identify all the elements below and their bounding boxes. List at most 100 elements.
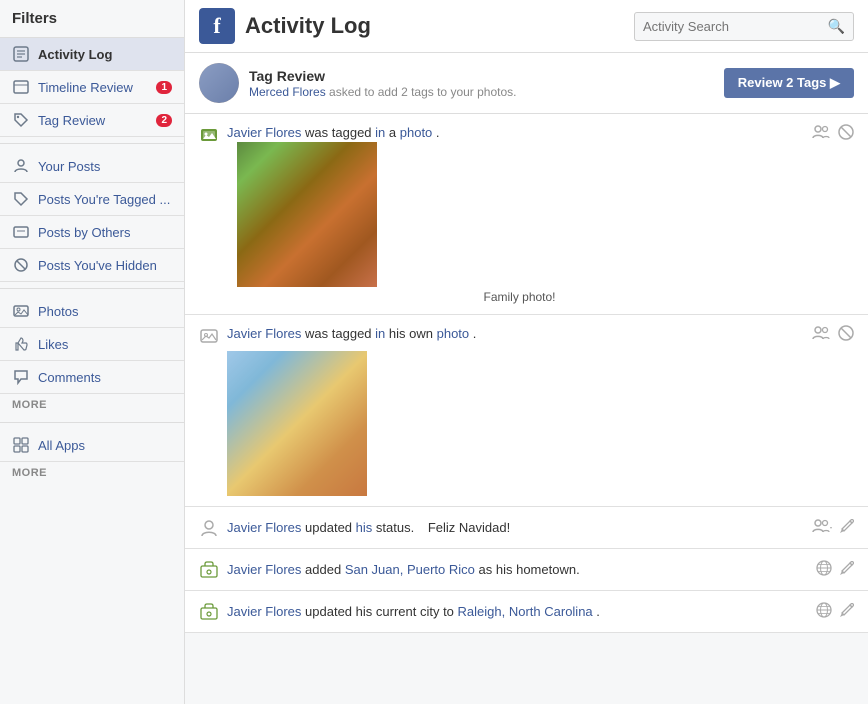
posts-tagged-icon bbox=[12, 190, 30, 208]
activity-item-5-content: Javier Flores updated his current city t… bbox=[227, 603, 806, 621]
activity-item-1-photo-link[interactable]: photo bbox=[400, 125, 433, 140]
activity-item-5-text: Javier Flores updated his current city t… bbox=[227, 603, 806, 621]
photos-icon bbox=[12, 302, 30, 320]
activity-item-1-text: Javier Flores was tagged in a photo . bbox=[227, 124, 802, 142]
facebook-logo: f bbox=[199, 8, 235, 44]
activity-item-3-actions bbox=[812, 519, 854, 536]
people-icon-2[interactable] bbox=[812, 326, 830, 343]
activity-item-2-photo-link[interactable]: photo bbox=[437, 326, 470, 341]
activity-item-1-actions bbox=[812, 124, 854, 143]
activity-item-3-status: Feliz Navidad! bbox=[428, 520, 510, 535]
photos-label: Photos bbox=[38, 304, 172, 319]
comments-icon bbox=[12, 368, 30, 386]
timeline-review-badge: 1 bbox=[156, 81, 172, 94]
sidebar-item-all-apps[interactable]: All Apps bbox=[0, 429, 184, 462]
tag-review-title: Tag Review bbox=[249, 68, 724, 84]
activity-item-5-actions bbox=[816, 602, 854, 621]
page-title: Activity Log bbox=[245, 13, 634, 39]
tag-review-avatar bbox=[199, 63, 239, 103]
activity-item-2-photo bbox=[227, 351, 367, 496]
feed-area: Tag Review Merced Flores asked to add 2 … bbox=[185, 53, 868, 704]
edit-icon-4[interactable] bbox=[840, 561, 854, 578]
activity-log-icon bbox=[12, 45, 30, 63]
activity-item-4-user[interactable]: Javier Flores bbox=[227, 562, 301, 577]
sidebar-item-likes[interactable]: Likes bbox=[0, 328, 184, 361]
activity-item-4-actions bbox=[816, 560, 854, 579]
review-tags-button[interactable]: Review 2 Tags ▶ bbox=[724, 68, 854, 98]
activity-item-4-text: Javier Flores added San Juan, Puerto Ric… bbox=[227, 561, 806, 579]
all-apps-icon bbox=[12, 436, 30, 454]
sidebar-item-comments[interactable]: Comments bbox=[0, 361, 184, 394]
activity-item-5-user[interactable]: Javier Flores bbox=[227, 604, 301, 619]
search-box[interactable]: 🔍 bbox=[634, 12, 854, 41]
activity-item-4: Javier Flores added San Juan, Puerto Ric… bbox=[185, 549, 868, 591]
activity-item-3-icon bbox=[199, 518, 219, 538]
block-icon-1[interactable] bbox=[838, 124, 854, 143]
activity-log-label: Activity Log bbox=[38, 47, 172, 62]
search-input[interactable] bbox=[643, 19, 828, 34]
search-icon[interactable]: 🔍 bbox=[828, 18, 845, 35]
sidebar-item-posts-by-others[interactable]: Posts by Others bbox=[0, 216, 184, 249]
activity-item-3-text: Javier Flores updated his status. Feliz … bbox=[227, 519, 802, 537]
activity-item-5-icon bbox=[199, 602, 219, 622]
posts-by-others-icon bbox=[12, 223, 30, 241]
edit-icon-5[interactable] bbox=[840, 603, 854, 620]
tag-review-banner: Tag Review Merced Flores asked to add 2 … bbox=[185, 53, 868, 114]
activity-item-2: Javier Flores was tagged in his own phot… bbox=[185, 315, 868, 507]
tag-review-icon bbox=[12, 111, 30, 129]
sidebar-header: Filters bbox=[0, 0, 184, 38]
tag-review-info: Tag Review Merced Flores asked to add 2 … bbox=[249, 68, 724, 99]
sidebar-more-2[interactable]: MORE bbox=[0, 462, 184, 484]
activity-item-2-content: Javier Flores was tagged in his own phot… bbox=[227, 325, 802, 496]
globe-icon-4 bbox=[816, 560, 832, 579]
tag-review-badge: 2 bbox=[156, 114, 172, 127]
sidebar-item-your-posts[interactable]: Your Posts bbox=[0, 150, 184, 183]
sidebar-more-1[interactable]: MORE bbox=[0, 394, 184, 416]
activity-item-2-icon bbox=[199, 326, 219, 346]
activity-item-3-content: Javier Flores updated his status. Feliz … bbox=[227, 519, 802, 537]
sidebar-item-activity-log[interactable]: Activity Log bbox=[0, 38, 184, 71]
edit-icon-3[interactable] bbox=[840, 519, 854, 536]
activity-item-4-content: Javier Flores added San Juan, Puerto Ric… bbox=[227, 561, 806, 579]
activity-item-2-user[interactable]: Javier Flores bbox=[227, 326, 301, 341]
your-posts-label: Your Posts bbox=[38, 159, 172, 174]
people-dropdown-icon-3[interactable] bbox=[812, 519, 832, 536]
block-icon-2[interactable] bbox=[838, 325, 854, 344]
globe-icon-5 bbox=[816, 602, 832, 621]
main-content: f Activity Log 🔍 Tag Review Merced Flore… bbox=[185, 0, 868, 704]
posts-hidden-icon bbox=[12, 256, 30, 274]
activity-item-1-user[interactable]: Javier Flores bbox=[227, 125, 301, 140]
activity-item-5: Javier Flores updated his current city t… bbox=[185, 591, 868, 633]
sidebar-item-posts-tagged[interactable]: Posts You're Tagged ... bbox=[0, 183, 184, 216]
activity-item-4-location[interactable]: San Juan, Puerto Rico bbox=[345, 562, 475, 577]
sidebar-item-timeline-review[interactable]: Timeline Review 1 bbox=[0, 71, 184, 104]
sidebar: Filters Activity Log Timeline Review 1 T… bbox=[0, 0, 185, 704]
likes-label: Likes bbox=[38, 337, 172, 352]
your-posts-icon bbox=[12, 157, 30, 175]
activity-item-2-actions bbox=[812, 325, 854, 344]
sidebar-item-posts-hidden[interactable]: Posts You've Hidden bbox=[0, 249, 184, 282]
activity-item-1-caption: Family photo! bbox=[237, 290, 802, 304]
activity-item-1-icon bbox=[199, 125, 219, 145]
activity-item-3: Javier Flores updated his status. Feliz … bbox=[185, 507, 868, 549]
people-icon-1[interactable] bbox=[812, 125, 830, 142]
activity-item-3-user[interactable]: Javier Flores bbox=[227, 520, 301, 535]
posts-by-others-label: Posts by Others bbox=[38, 225, 172, 240]
timeline-review-label: Timeline Review bbox=[38, 80, 156, 95]
activity-item-1-photo-container: Family photo! bbox=[237, 142, 802, 304]
tag-review-requester[interactable]: Merced Flores bbox=[249, 85, 326, 99]
tag-review-label: Tag Review bbox=[38, 113, 156, 128]
sidebar-item-tag-review[interactable]: Tag Review 2 bbox=[0, 104, 184, 137]
likes-icon bbox=[12, 335, 30, 353]
activity-item-1-content: Javier Flores was tagged in a photo . Fa… bbox=[227, 124, 802, 304]
activity-item-4-icon bbox=[199, 560, 219, 580]
tag-review-description: Merced Flores asked to add 2 tags to you… bbox=[249, 85, 724, 99]
tag-review-avatar-image bbox=[199, 63, 239, 103]
activity-item-1: Javier Flores was tagged in a photo . Fa… bbox=[185, 114, 868, 315]
main-header: f Activity Log 🔍 bbox=[185, 0, 868, 53]
comments-label: Comments bbox=[38, 370, 172, 385]
posts-hidden-label: Posts You've Hidden bbox=[38, 258, 172, 273]
activity-item-1-photo bbox=[237, 142, 377, 287]
activity-item-5-location[interactable]: Raleigh, North Carolina bbox=[458, 604, 593, 619]
sidebar-item-photos[interactable]: Photos bbox=[0, 295, 184, 328]
